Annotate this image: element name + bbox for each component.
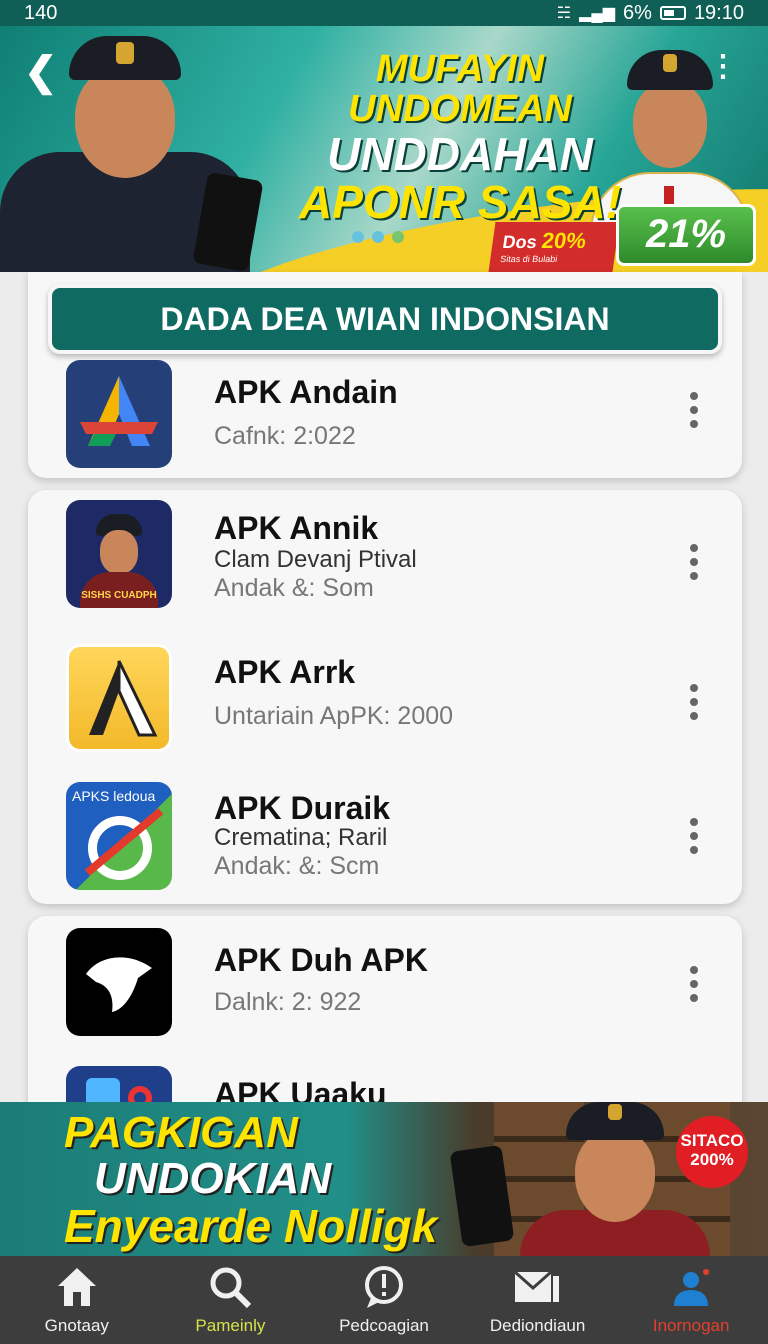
app-meta: Andak: &: Scm <box>214 852 380 880</box>
app-menu-button[interactable] <box>688 684 700 720</box>
nav-label: Pameinly <box>195 1316 266 1335</box>
app-menu-button[interactable] <box>688 818 700 854</box>
app-title: APK Arrk <box>214 654 356 690</box>
nav-item-search[interactable]: Pameinly <box>154 1256 308 1344</box>
promo-green-badge[interactable]: 21% <box>616 204 756 266</box>
status-bar: 140 ☵ ▂▄▆ 6% 19:10 <box>0 0 768 26</box>
promo-red-value: 20% <box>540 228 588 253</box>
status-notification-count: 140 <box>24 1 58 24</box>
app-title: APK Andain <box>214 374 398 410</box>
nav-label: Dediondiaun <box>489 1316 586 1335</box>
signal-icon: ▂▄▆ <box>579 5 616 22</box>
app-list-item[interactable]: APK Andain Cafnk: 2:022 <box>66 360 726 468</box>
back-button[interactable]: ❮ <box>24 52 58 92</box>
app-icon-andain <box>66 360 172 468</box>
nav-label: Inornogan <box>652 1316 730 1335</box>
app-subtitle: Crematina; Raril <box>214 824 388 851</box>
carousel-dot[interactable] <box>392 231 404 243</box>
app-title: APK Annik <box>214 510 379 546</box>
nav-label: Gnotaay <box>44 1316 109 1335</box>
app-menu-button[interactable] <box>688 966 700 1002</box>
app-menu-button[interactable] <box>688 544 700 580</box>
nav-label: Pedcoagian <box>339 1316 429 1335</box>
app-meta: Andak &: Som <box>214 574 374 602</box>
app-list-item[interactable]: APK Uaaku <box>66 1066 726 1106</box>
bottom-navigation: Gnotaay Pameinly Pedcoagian Dediondiaun … <box>0 1256 768 1344</box>
app-icon-duraik: APKS ledoua <box>66 782 172 890</box>
bottom-banner-headline: PAGKIGAN UNDOKIAN Enyearde Nolligk <box>64 1108 438 1253</box>
app-icon-text: SISHS CUADPH <box>81 590 157 601</box>
alert-chat-icon <box>307 1264 461 1312</box>
nav-item-home[interactable]: Gnotaay <box>0 1256 154 1344</box>
carousel-indicator[interactable] <box>352 231 404 243</box>
bottom-badge-line1: SITACO <box>680 1131 744 1150</box>
wifi-icon: ☵ <box>556 5 572 22</box>
bottom-banner-line3: Enyearde Nolligk <box>64 1200 438 1253</box>
app-list-item[interactable]: APK Duh APK Dalnk: 2: 922 <box>66 928 726 1036</box>
more-options-button[interactable]: ⋮ <box>708 52 738 82</box>
app-subtitle: Clam Devanj Ptival <box>214 546 417 573</box>
app-icon-text: APKS ledoua <box>72 788 156 804</box>
top-promo-banner[interactable]: ❮ ⋮ MUFAYIN UNDOMEAN UNDDAHAN APONR SASA… <box>0 26 768 272</box>
app-list-item[interactable]: APKS ledoua APK Duraik Crematina; Raril … <box>66 782 726 890</box>
home-icon <box>0 1264 154 1312</box>
app-icon-uaaku <box>66 1066 172 1106</box>
banner-headline: MUFAYIN UNDOMEAN UNDDAHAN APONR SASA! <box>280 48 640 229</box>
carousel-dot[interactable] <box>352 231 364 243</box>
bottom-banner-line2: UNDOKIAN <box>94 1154 332 1204</box>
search-icon <box>154 1264 308 1312</box>
nav-item-profile[interactable]: Inornogan <box>614 1256 768 1344</box>
app-icon-annik: SISHS CUADPH <box>66 500 172 608</box>
battery-icon <box>659 6 686 20</box>
status-time: 19:10 <box>693 1 744 24</box>
bottom-banner-badge[interactable]: SITACO 200% <box>676 1116 748 1188</box>
app-meta: Cafnk: 2:022 <box>214 422 356 450</box>
nav-item-messages[interactable]: Dediondiaun <box>461 1256 615 1344</box>
profile-icon <box>614 1264 768 1312</box>
app-menu-button[interactable] <box>688 392 700 428</box>
app-meta: Untariain ApPK: 2000 <box>214 702 454 730</box>
carousel-dot[interactable] <box>372 231 384 243</box>
bottom-badge-line2: 200% <box>690 1149 734 1169</box>
battery-percent: 6% <box>623 1 652 24</box>
app-icon-arrk <box>66 644 172 752</box>
officer-bottom-image <box>520 1102 710 1256</box>
section-header: DADA DEA WIAN INDONSIAN <box>48 284 722 354</box>
app-list-item[interactable]: APK Arrk Untariain ApPK: 2000 <box>66 644 726 752</box>
status-indicators: ☵ ▂▄▆ 6% 19:10 <box>557 2 744 25</box>
banner-headline-line1: MUFAYIN UNDOMEAN <box>348 48 572 130</box>
promo-red-badge[interactable]: Dos 20% Sitas di Bulabi <box>488 222 620 272</box>
app-title: APK Duraik <box>214 790 391 826</box>
promo-red-small: Sitas di Bulabi <box>499 254 559 264</box>
app-title: APK Duh APK <box>214 942 428 978</box>
app-meta: Dalnk: 2: 922 <box>214 988 362 1016</box>
banner-headline-line3: APONR SASA! <box>298 176 622 229</box>
app-icon-duh <box>66 928 172 1036</box>
nav-item-notifications[interactable]: Pedcoagian <box>307 1256 461 1344</box>
promo-red-prefix: Dos <box>501 232 539 252</box>
bottom-banner-line1: PAGKIGAN <box>64 1108 298 1157</box>
banner-headline-line2: UNDDAHAN <box>327 127 593 180</box>
mail-icon <box>461 1264 615 1312</box>
bottom-promo-banner[interactable]: PAGKIGAN UNDOKIAN Enyearde Nolligk SITAC… <box>0 1102 768 1256</box>
app-list-item[interactable]: SISHS CUADPH APK Annik Clam Devanj Ptiva… <box>66 500 726 608</box>
